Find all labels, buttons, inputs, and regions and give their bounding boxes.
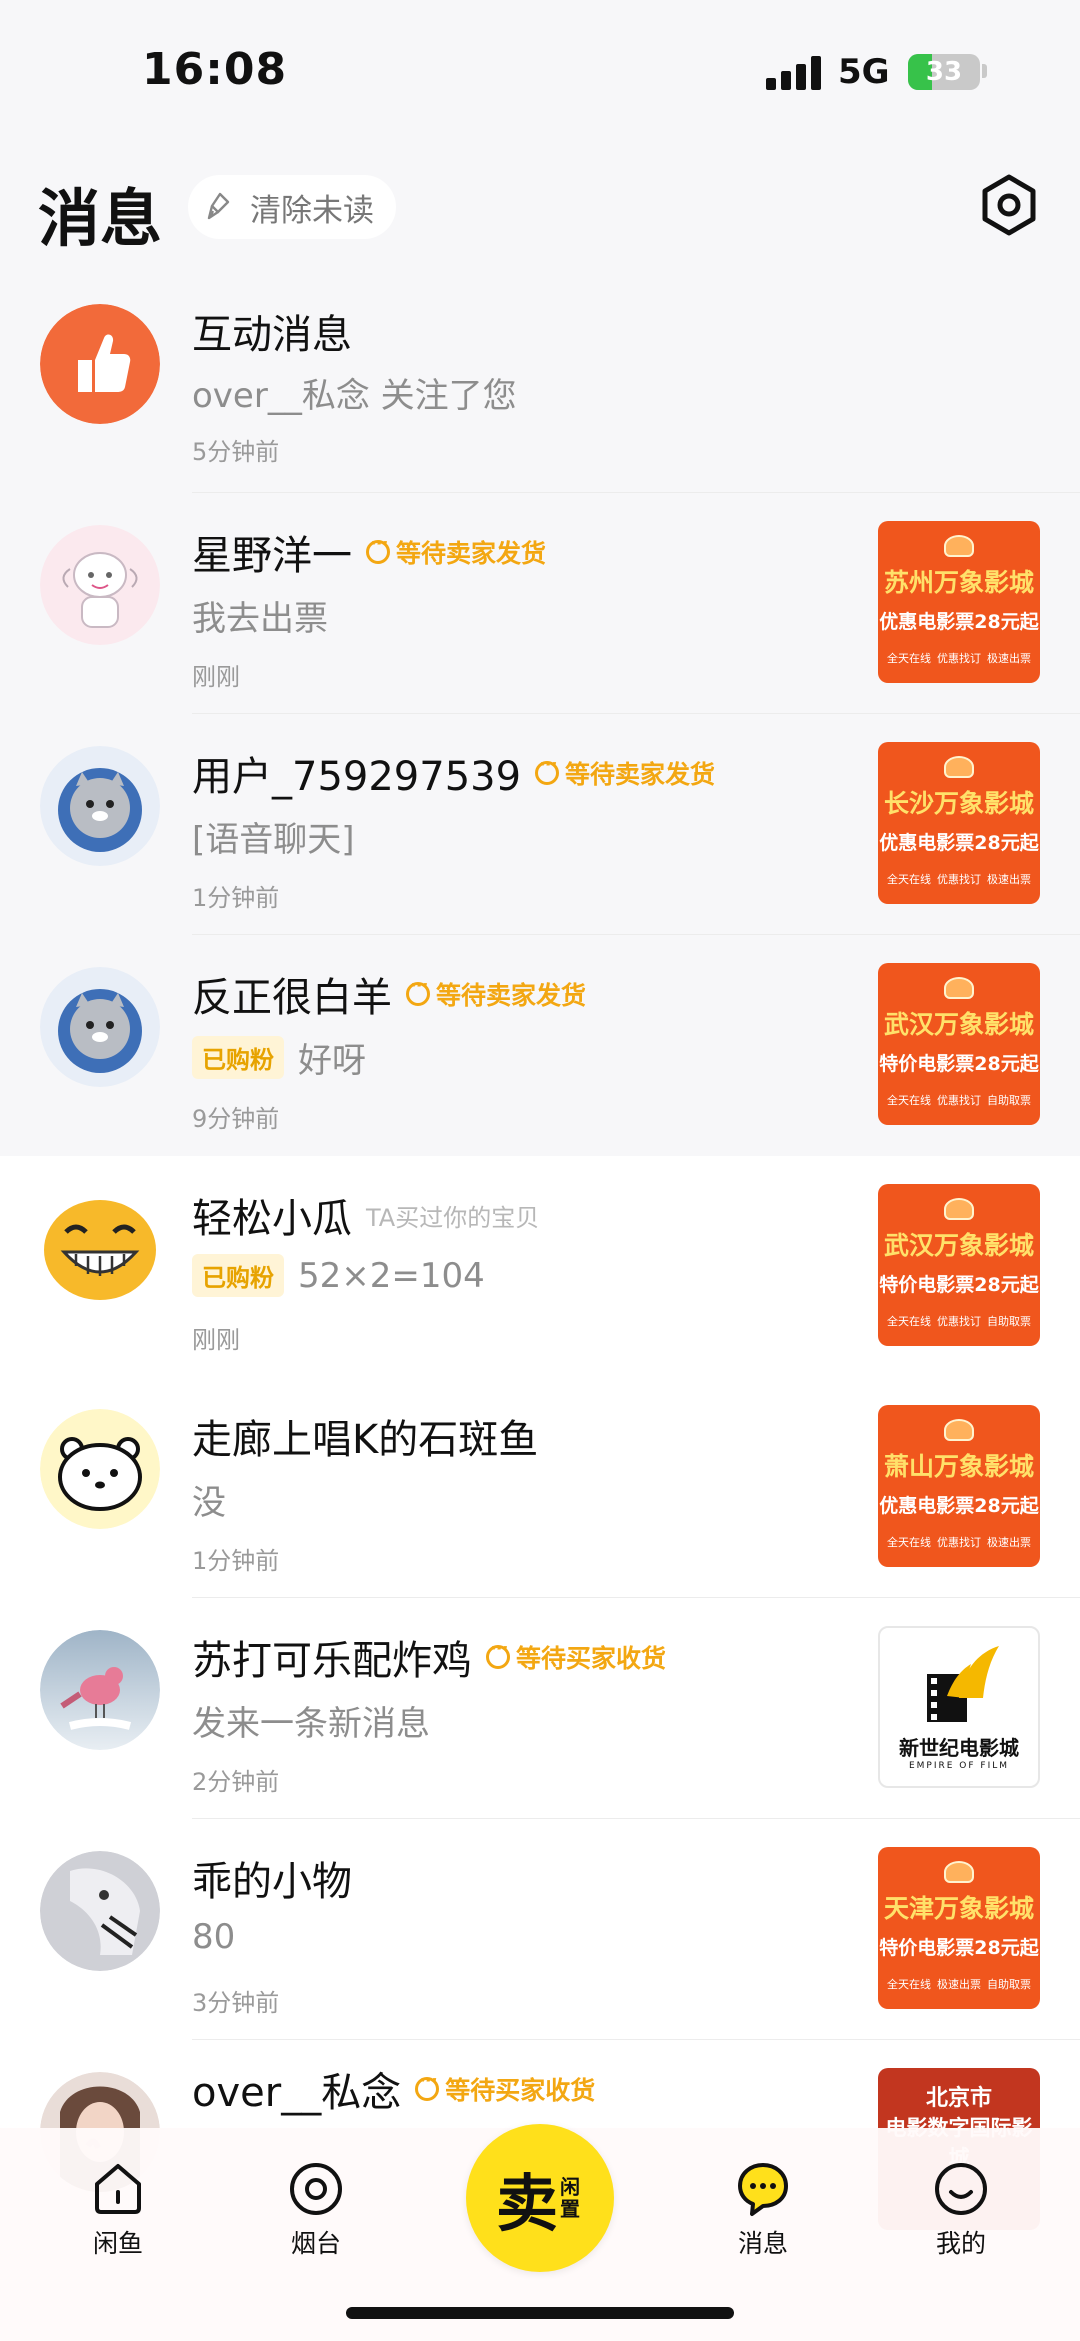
- listing-thumbnail[interactable]: 长沙万象影城 优惠电影票28元起 全天在线 优惠找订 极速出票: [878, 742, 1040, 904]
- cinema-logo-icon: [944, 977, 974, 999]
- conversation-row[interactable]: 星野洋一 等待卖家发货 我去出票 刚刚 苏州万象影城 优惠电影票28元起 全天在…: [0, 493, 1080, 714]
- status-bar: 16:08 5G 33: [0, 0, 1080, 150]
- status-dots-icon: [535, 754, 560, 785]
- last-message: 80: [192, 1917, 236, 1957]
- last-message: 52×2=104: [298, 1255, 485, 1296]
- battery-icon: 33: [908, 54, 980, 90]
- contact-name: 轻松小瓜: [192, 1196, 352, 1242]
- contact-name: 用户_759297539: [192, 754, 522, 800]
- listing-thumbnail[interactable]: 武汉万象影城 特价电影票28元起 全天在线 优惠找订 自助取票: [878, 1184, 1040, 1346]
- message-time: 2分钟前: [192, 1768, 280, 1796]
- profile-face-icon: [935, 2163, 987, 2215]
- avatar: [40, 525, 160, 645]
- home-indicator: [346, 2307, 734, 2319]
- avatar: [40, 746, 160, 866]
- listing-thumbnail[interactable]: 天津万象影城 特价电影票28元起 全天在线 极速出票 自助取票: [878, 1847, 1040, 2009]
- cinema-logo-icon: [944, 1198, 974, 1220]
- listing-thumbnail[interactable]: 武汉万象影城 特价电影票28元起 全天在线 优惠找订 自助取票: [878, 963, 1040, 1125]
- interaction-row[interactable]: 互动消息 over__私念 关注了您 5分钟前: [0, 272, 1080, 493]
- film-reel-icon: [927, 1646, 999, 1722]
- home-icon: [95, 2164, 141, 2214]
- order-status: 等待卖家发货: [366, 533, 546, 570]
- page-header: 消息 清除未读: [0, 150, 1080, 270]
- tab-messages[interactable]: 消息: [708, 2158, 818, 2260]
- tab-city-label: 烟台: [290, 2229, 341, 2258]
- listing-thumbnail[interactable]: 萧山万象影城 优惠电影票28元起 全天在线 优惠找订 极速出票: [878, 1405, 1040, 1567]
- last-message: 发来一条新消息: [192, 1704, 430, 1744]
- broom-icon: [207, 192, 230, 220]
- clear-unread-button[interactable]: 清除未读: [188, 175, 396, 239]
- chat-bubble-icon: [738, 2163, 788, 2216]
- signal-icon: [766, 56, 822, 90]
- bought-hint: TA买过你的宝贝: [366, 1203, 540, 1232]
- clear-unread-label: 清除未读: [250, 192, 374, 229]
- sell-label: 卖: [495, 2167, 558, 2240]
- last-message: 我去出票: [192, 599, 328, 639]
- interaction-message: over__私念 关注了您: [192, 376, 517, 416]
- interaction-title: 互动消息: [192, 312, 352, 358]
- message-time: 1分钟前: [192, 884, 280, 912]
- interaction-time: 5分钟前: [192, 438, 280, 466]
- conversation-row[interactable]: 用户_759297539 等待卖家发货 [语音聊天] 1分钟前 长沙万象影城 优…: [0, 714, 1080, 935]
- message-time: 刚刚: [192, 1326, 240, 1354]
- message-time: 1分钟前: [192, 1547, 280, 1575]
- contact-name: over__私念: [192, 2070, 402, 2116]
- location-icon: [290, 2163, 342, 2215]
- tab-home-label: 闲鱼: [92, 2229, 143, 2258]
- order-status: 等待买家收货: [415, 2070, 595, 2107]
- avatar: [40, 967, 160, 1087]
- thumbs-up-icon: [40, 304, 160, 424]
- order-status: 等待卖家发货: [535, 754, 715, 791]
- message-time: 刚刚: [192, 663, 240, 691]
- tab-city[interactable]: 烟台: [261, 2158, 371, 2260]
- conversation-row[interactable]: 苏打可乐配炸鸡 等待买家收货 发来一条新消息 2分钟前 新世纪电影城 EMPIR…: [0, 1598, 1080, 1819]
- status-dots-icon: [415, 2070, 440, 2101]
- last-message: 没: [192, 1483, 226, 1523]
- tab-messages-label: 消息: [737, 2229, 788, 2258]
- last-message: [语音聊天]: [192, 820, 355, 860]
- contact-name: 反正很白羊: [192, 975, 392, 1021]
- conversation-row[interactable]: 轻松小瓜 TA买过你的宝贝 已购粉 52×2=104 刚刚 武汉万象影城 特价电…: [0, 1156, 1080, 1377]
- status-dots-icon: [406, 975, 430, 1006]
- settings-icon[interactable]: [976, 172, 1042, 238]
- page-title: 消息: [38, 182, 163, 255]
- contact-name: 走廊上唱K的石斑鱼: [192, 1417, 539, 1463]
- status-time: 16:08: [142, 44, 288, 95]
- contact-name: 乖的小物: [192, 1859, 352, 1905]
- tab-home[interactable]: 闲鱼: [63, 2158, 173, 2260]
- avatar: [40, 1851, 160, 1971]
- network-type: 5G: [838, 52, 890, 92]
- battery-tip: [982, 64, 987, 78]
- idle-label: 闲置: [560, 2175, 580, 2221]
- tab-profile[interactable]: 我的: [906, 2158, 1016, 2260]
- contact-name: 星野洋一: [192, 533, 352, 579]
- interaction-avatar: [40, 304, 160, 424]
- conversation-row[interactable]: 走廊上唱K的石斑鱼 没 1分钟前 萧山万象影城 优惠电影票28元起 全天在线 优惠…: [0, 1377, 1080, 1598]
- status-dots-icon: [486, 1638, 510, 1669]
- avatar: [40, 1188, 160, 1308]
- battery-level: 33: [925, 57, 963, 87]
- bought-fan-badge: 已购粉: [192, 1036, 284, 1079]
- listing-thumbnail[interactable]: 新世纪电影城 EMPIRE OF FILM: [878, 1626, 1040, 1788]
- conversation-row[interactable]: 反正很白羊 等待卖家发货 已购粉 好呀 9分钟前 武汉万象影城 特价电影票28元…: [0, 935, 1080, 1156]
- avatar: [40, 1409, 160, 1529]
- conversation-row[interactable]: 乖的小物 80 3分钟前 天津万象影城 特价电影票28元起 全天在线 极速出票 自助…: [0, 1819, 1080, 2040]
- status-dots-icon: [366, 533, 390, 564]
- contact-name: 苏打可乐配炸鸡: [192, 1638, 472, 1684]
- cinema-logo-icon: [944, 1861, 974, 1883]
- cinema-logo-icon: [944, 756, 974, 778]
- message-time: 3分钟前: [192, 1989, 280, 2017]
- cinema-logo-icon: [944, 1419, 974, 1441]
- avatar: [40, 1630, 160, 1750]
- listing-thumbnail[interactable]: 苏州万象影城 优惠电影票28元起 全天在线 优惠找订 极速出票: [878, 521, 1040, 683]
- last-message: 好呀: [298, 1041, 366, 1081]
- tab-profile-label: 我的: [935, 2229, 986, 2258]
- order-status: 等待卖家发货: [406, 975, 586, 1012]
- message-time: 9分钟前: [192, 1105, 280, 1133]
- sell-idle-button[interactable]: 卖 闲置: [466, 2124, 614, 2272]
- order-status: 等待买家收货: [486, 1638, 666, 1675]
- cinema-logo-icon: [944, 535, 974, 557]
- bought-fan-badge: 已购粉: [192, 1254, 284, 1297]
